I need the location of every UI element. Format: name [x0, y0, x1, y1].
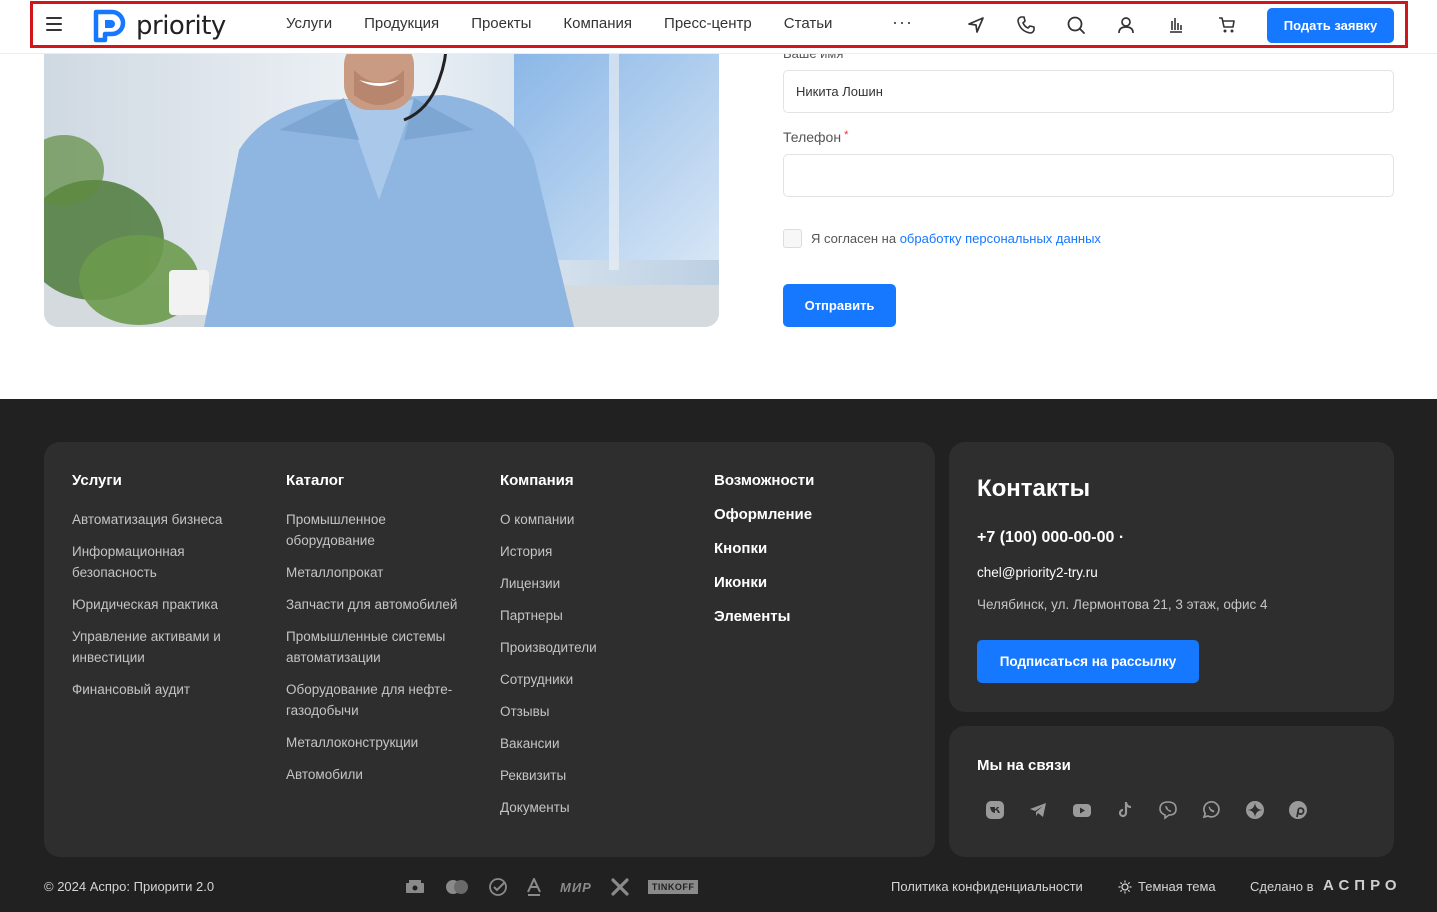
submit-request-button[interactable]: Подать заявку [1267, 8, 1394, 43]
contacts-title: Контакты [977, 475, 1091, 502]
whatsapp-icon[interactable] [1201, 800, 1221, 820]
phone-field-label: Телефон * [783, 129, 848, 145]
footer-feature-link[interactable]: Кнопки [714, 540, 814, 557]
dzen-icon[interactable] [1245, 800, 1265, 820]
phone-field[interactable] [783, 154, 1394, 197]
footer-col-title[interactable]: Компания [500, 472, 680, 489]
social-icons [985, 800, 1331, 820]
consent-prefix: Я согласен на [811, 231, 897, 246]
youtube-icon[interactable] [1072, 800, 1092, 820]
contacts-panel: Контакты +7 (100) 000-00-00 · chel@prior… [949, 442, 1394, 712]
search-icon[interactable] [1066, 15, 1086, 35]
footer-col-catalog: Каталог Промышленное оборудование Металл… [286, 472, 466, 796]
footer-link[interactable]: Запчасти для автомобилей [286, 594, 466, 615]
footer-link[interactable]: Металлоконструкции [286, 732, 466, 753]
personal-data-link[interactable]: обработку персональных данных [900, 231, 1101, 246]
viber-icon[interactable] [1158, 800, 1178, 820]
contacts-phone[interactable]: +7 (100) 000-00-00 · [977, 529, 1124, 547]
mir-icon: МИР [560, 879, 592, 895]
vk-icon[interactable] [985, 800, 1005, 820]
footer-link[interactable]: Отзывы [500, 701, 680, 722]
telegram-icon[interactable] [1028, 800, 1048, 820]
social-title: Мы на связи [977, 757, 1071, 774]
cart-icon[interactable] [1217, 15, 1237, 35]
footer-link[interactable]: Реквизиты [500, 765, 680, 786]
footer-feature-link[interactable]: Элементы [714, 608, 814, 625]
chart-icon[interactable] [1166, 15, 1186, 35]
footer-col-services: Услуги Автоматизация бизнеса Информацион… [72, 472, 252, 711]
sbp-check-icon [489, 878, 507, 896]
copyright: © 2024 Аспро: Приорити 2.0 [44, 879, 215, 894]
location-arrow-icon[interactable] [966, 15, 986, 35]
footer-link[interactable]: Автомобили [286, 764, 466, 785]
aspro-logo[interactable]: АСПРО [1323, 877, 1402, 894]
footer-col-title[interactable]: Каталог [286, 472, 466, 489]
footer-link[interactable]: История [500, 541, 680, 562]
theme-toggle[interactable]: Темная тема [1118, 879, 1216, 894]
x-icon [611, 878, 629, 896]
footer-link[interactable]: Информационная безопасность [72, 541, 212, 583]
privacy-policy-link[interactable]: Политика конфиденциальности [891, 879, 1083, 894]
contacts-address: Челябинск, ул. Лермонтова 21, 3 этаж, оф… [977, 597, 1268, 612]
made-in-label: Сделано в [1250, 879, 1314, 894]
nav-item-company[interactable]: Компания [563, 15, 632, 32]
footer-col-company: Компания О компании История Лицензии Пар… [500, 472, 680, 829]
form-submit-button[interactable]: Отправить [783, 284, 896, 327]
footer-link[interactable]: Сотрудники [500, 669, 680, 690]
footer-col-features: Возможности Оформление Кнопки Иконки Эле… [714, 472, 814, 642]
footer-link[interactable]: Документы [500, 797, 680, 818]
sun-icon [1118, 880, 1132, 893]
footer-link[interactable]: О компании [500, 509, 680, 530]
footer-link[interactable]: Производители [500, 637, 680, 658]
contacts-email[interactable]: chel@priority2-try.ru [977, 565, 1098, 580]
footer-link[interactable]: Вакансии [500, 733, 680, 754]
nav-item-projects[interactable]: Проекты [471, 15, 531, 32]
footer-link[interactable]: Металлопрокат [286, 562, 466, 583]
nav-item-press[interactable]: Пресс-центр [664, 15, 752, 32]
footer-feature-link[interactable]: Оформление [714, 506, 814, 523]
theme-toggle-label: Темная тема [1138, 879, 1216, 894]
footer-link[interactable]: Юридическая практика [72, 594, 252, 615]
user-icon[interactable] [1116, 15, 1136, 35]
footer-link[interactable]: Управление активами и инвестиции [72, 626, 242, 668]
footer-links-panel: Услуги Автоматизация бизнеса Информацион… [44, 442, 935, 857]
footer-feature-link[interactable]: Иконки [714, 574, 814, 591]
tinkoff-icon: TINKOFF [647, 880, 699, 894]
footer-link[interactable]: Финансовый аудит [72, 679, 252, 700]
nav-item-products[interactable]: Продукция [364, 15, 439, 32]
footer-link[interactable]: Оборудование для нефте-газодобычи [286, 679, 466, 721]
alfabank-icon [527, 878, 541, 896]
pinterest-icon[interactable] [1288, 800, 1308, 820]
priority-logo-icon [93, 9, 126, 43]
footer-link[interactable]: Лицензии [500, 573, 680, 594]
logo[interactable]: priority [92, 9, 226, 43]
cash-icon [406, 880, 424, 893]
payment-icons: МИР TINKOFF [404, 877, 716, 897]
nav-item-services[interactable]: Услуги [286, 15, 332, 32]
footer-feature-link[interactable]: Возможности [714, 472, 814, 489]
social-panel: Мы на связи [949, 726, 1394, 857]
consent-text: Я согласен на обработку персональных дан… [811, 231, 1101, 246]
nav-more-button[interactable]: ··· [892, 12, 913, 33]
mastercard-icon [446, 880, 468, 894]
footer-link[interactable]: Автоматизация бизнеса [72, 509, 252, 530]
footer: Услуги Автоматизация бизнеса Информацион… [0, 399, 1437, 912]
phone-field-label-text: Телефон [783, 129, 842, 145]
footer-link[interactable]: Партнеры [500, 605, 680, 626]
subscribe-button[interactable]: Подписаться на рассылку [977, 640, 1199, 683]
footer-link[interactable]: Промышленные системы автоматизации [286, 626, 461, 668]
footer-col-title[interactable]: Услуги [72, 472, 252, 489]
nav-item-articles[interactable]: Статьи [784, 15, 833, 32]
footer-link[interactable]: Промышленное оборудование [286, 509, 406, 551]
main-nav: Услуги Продукция Проекты Компания Пресс-… [286, 15, 832, 32]
required-mark: * [844, 129, 849, 141]
consent-checkbox[interactable] [783, 229, 802, 248]
tiktok-icon[interactable] [1115, 800, 1135, 820]
name-field[interactable] [783, 70, 1394, 113]
logo-text: priority [136, 11, 226, 41]
header: priority Услуги Продукция Проекты Компан… [0, 0, 1437, 54]
phone-icon[interactable] [1016, 15, 1036, 35]
menu-icon[interactable] [46, 17, 62, 31]
